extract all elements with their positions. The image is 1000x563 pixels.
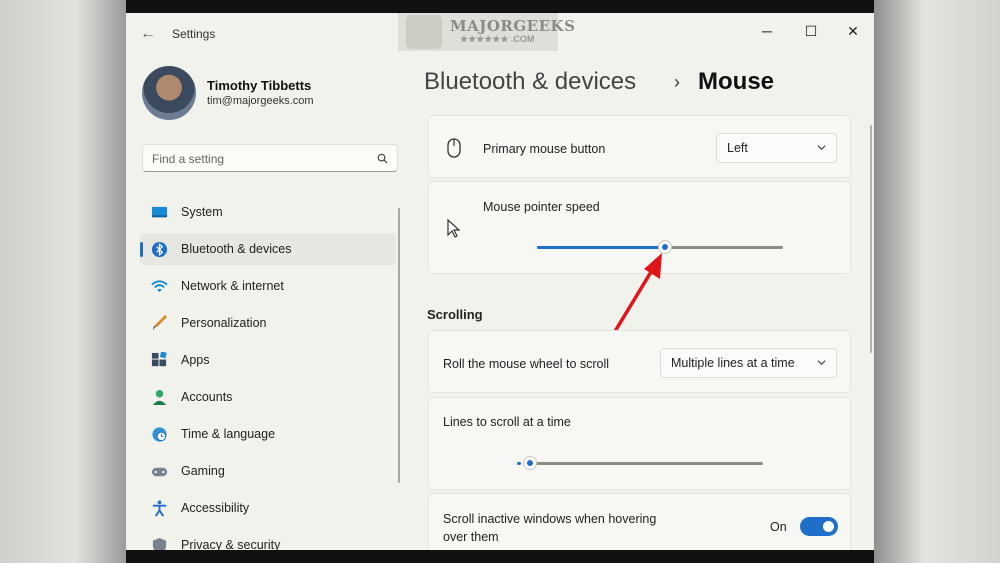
apps-icon: [151, 352, 167, 367]
watermark: MAJORGEEKS ★★★★★★ .COM: [398, 13, 575, 51]
search-input[interactable]: Find a setting: [142, 144, 398, 172]
wheel-scroll-card: Roll the mouse wheel to scroll Multiple …: [428, 330, 851, 393]
sidebar-item-label: Accessibility: [181, 501, 250, 515]
globe-clock-icon: [152, 427, 167, 442]
sidebar-item-accessibility[interactable]: Accessibility: [140, 492, 396, 524]
inactive-scroll-toggle[interactable]: [800, 517, 838, 536]
watermark-logo: [406, 15, 442, 49]
watermark-text: MAJORGEEKS: [450, 17, 576, 35]
avatar[interactable]: [142, 66, 196, 120]
user-name: Timothy Tibbetts: [207, 78, 312, 93]
shield-icon: [152, 537, 167, 550]
pointer-speed-label: Mouse pointer speed: [483, 200, 600, 214]
sidebar-item-time-language[interactable]: Time & language: [140, 418, 396, 450]
slider-thumb[interactable]: [523, 456, 537, 470]
top-letterbox: [126, 0, 874, 13]
bluetooth-icon: [151, 241, 168, 258]
inactive-scroll-label-line2: over them: [443, 530, 499, 544]
search-placeholder: Find a setting: [152, 152, 225, 166]
sidebar-item-label: Bluetooth & devices: [181, 242, 292, 256]
monitor-icon: [151, 206, 168, 218]
sidebar-item-label: Network & internet: [181, 279, 284, 293]
background-blur-right: [874, 0, 1000, 563]
pointer-icon: [447, 219, 461, 238]
page-title: Mouse: [698, 68, 775, 95]
sidebar-item-gaming[interactable]: Gaming: [140, 455, 396, 487]
lines-to-scroll-slider[interactable]: [517, 456, 763, 470]
breadcrumb-parent[interactable]: Bluetooth & devices: [424, 68, 636, 96]
background-blur-left: [0, 0, 126, 563]
app-title: Settings: [172, 27, 216, 41]
breadcrumb-separator: ›: [674, 72, 680, 92]
sidebar-item-label: System: [181, 205, 223, 219]
dropdown-value: Left: [727, 141, 748, 155]
active-indicator: [140, 242, 143, 257]
sidebar-item-bluetooth[interactable]: Bluetooth & devices: [140, 233, 396, 265]
lines-to-scroll-card: Lines to scroll at a time: [428, 397, 851, 490]
dropdown-value: Multiple lines at a time: [671, 356, 795, 370]
settings-window: ← Settings MAJORGEEKS ★★★★★★ .COM ─ ☐ ✕ …: [126, 13, 874, 550]
minimize-button[interactable]: ─: [752, 19, 782, 43]
sidebar-item-label: Apps: [181, 353, 210, 367]
sidebar-item-system[interactable]: System: [140, 196, 396, 228]
person-icon: [152, 389, 167, 406]
mouse-icon: [447, 138, 461, 158]
sidebar-item-label: Time & language: [181, 427, 276, 441]
slider-track: [525, 462, 763, 465]
scrolling-section-title: Scrolling: [427, 307, 483, 322]
primary-mouse-button-label: Primary mouse button: [483, 142, 606, 156]
main-scrollbar[interactable]: [870, 125, 872, 353]
sidebar-item-apps[interactable]: Apps: [140, 344, 396, 376]
user-email: tim@majorgeeks.com: [207, 95, 314, 107]
toggle-state-label: On: [770, 520, 787, 534]
close-button[interactable]: ✕: [838, 19, 868, 43]
wheel-scroll-label: Roll the mouse wheel to scroll: [443, 357, 610, 371]
sidebar-item-network[interactable]: Network & internet: [140, 270, 396, 302]
brush-icon: [152, 315, 167, 331]
sidebar-item-privacy[interactable]: Privacy & security: [140, 529, 396, 550]
wifi-icon: [151, 280, 168, 293]
sidebar-item-accounts[interactable]: Accounts: [140, 381, 396, 413]
sidebar-item-label: Personalization: [181, 316, 267, 330]
sidebar-item-label: Gaming: [181, 464, 225, 478]
accessibility-icon: [152, 500, 167, 517]
lines-to-scroll-label: Lines to scroll at a time: [443, 415, 571, 429]
annotation-arrow-icon: [612, 253, 662, 335]
bottom-letterbox: [126, 550, 874, 563]
chevron-down-icon: [817, 360, 826, 366]
inactive-scroll-card: Scroll inactive windows when hovering ov…: [428, 493, 851, 550]
sidebar-item-label: Privacy & security: [181, 538, 281, 550]
primary-mouse-button-card: Primary mouse button Left: [428, 115, 851, 178]
sidebar-scrollbar[interactable]: [398, 208, 400, 483]
wheel-scroll-dropdown[interactable]: Multiple lines at a time: [660, 348, 837, 378]
inactive-scroll-label-line1: Scroll inactive windows when hovering: [443, 512, 657, 526]
gamepad-icon: [151, 467, 168, 477]
sidebar-item-label: Accounts: [181, 390, 233, 404]
search-icon[interactable]: [377, 153, 388, 164]
toggle-knob: [823, 521, 834, 532]
primary-mouse-button-dropdown[interactable]: Left: [716, 133, 837, 163]
maximize-button[interactable]: ☐: [796, 19, 826, 43]
slider-fill: [517, 462, 521, 465]
watermark-subtext: ★★★★★★ .COM: [460, 34, 535, 44]
chevron-down-icon: [817, 145, 826, 151]
back-arrow-icon[interactable]: ←: [136, 23, 160, 45]
sidebar-item-personalization[interactable]: Personalization: [140, 307, 396, 339]
